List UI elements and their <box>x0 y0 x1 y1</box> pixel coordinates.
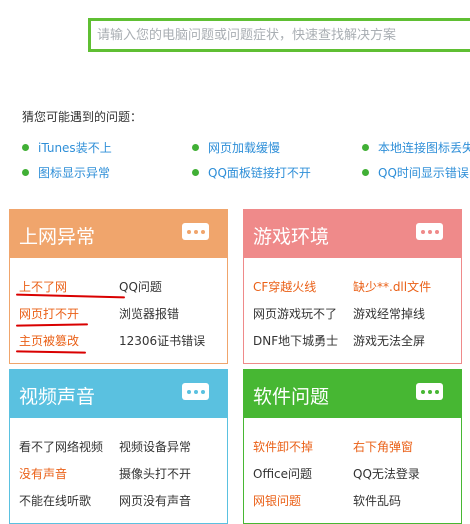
dot-icon <box>186 389 191 394</box>
link-game-disconnect[interactable]: 游戏经常掉线 <box>353 305 425 322</box>
card-title: 视频声音 <box>19 386 96 408</box>
more-button[interactable] <box>182 223 209 240</box>
bullet-icon <box>192 144 199 151</box>
card-video-audio: 视频声音 看不了网络视频 视频设备异常 没有声音 摄像头打不开 不能在线听歌 网… <box>9 369 228 524</box>
bullet-icon <box>22 144 29 151</box>
bullet-icon <box>362 144 369 151</box>
search-box[interactable] <box>88 18 470 52</box>
link-web-no-sound[interactable]: 网页没有声音 <box>119 492 191 509</box>
link-camera[interactable]: 摄像头打不开 <box>119 465 191 482</box>
link-page-not-open[interactable]: 网页打不开 <box>19 305 79 322</box>
guess-item-icon-display[interactable]: 图标显示异常 <box>22 164 110 181</box>
card-header: 软件问题 <box>244 370 461 418</box>
card-header: 游戏环境 <box>244 210 461 258</box>
card-title: 游戏环境 <box>253 226 330 248</box>
card-header: 视频声音 <box>10 370 227 418</box>
link-qq-problem[interactable]: QQ问题 <box>119 278 162 295</box>
link-homepage-hijacked[interactable]: 主页被篡改 <box>19 332 79 349</box>
link-online-music[interactable]: 不能在线听歌 <box>19 492 91 509</box>
card-games: 游戏环境 CF穿越火线 缺少**.dll文件 网页游戏玩不了 游戏经常掉线 DN… <box>243 209 462 364</box>
link-garbled[interactable]: 软件乱码 <box>353 492 401 509</box>
link-dnf[interactable]: DNF地下城勇士 <box>253 332 338 349</box>
more-button[interactable] <box>416 223 443 240</box>
link-missing-dll[interactable]: 缺少**.dll文件 <box>353 278 431 295</box>
card-title: 上网异常 <box>19 226 96 248</box>
link-uninstall[interactable]: 软件卸不掉 <box>253 438 313 455</box>
link-no-sound[interactable]: 没有声音 <box>19 465 67 482</box>
dot-icon <box>200 389 205 394</box>
dot-icon <box>420 389 425 394</box>
link-qq-login[interactable]: QQ无法登录 <box>353 465 420 482</box>
link-popup[interactable]: 右下角弹窗 <box>353 438 413 455</box>
link-office[interactable]: Office问题 <box>253 465 312 482</box>
bullet-icon <box>192 169 199 176</box>
link-video-device[interactable]: 视频设备异常 <box>119 438 191 455</box>
more-button[interactable] <box>182 383 209 400</box>
link-online-banking[interactable]: 网银问题 <box>253 492 301 509</box>
guess-item-qq-time[interactable]: QQ时间显示错误 <box>362 164 469 181</box>
link-web-games[interactable]: 网页游戏玩不了 <box>253 305 337 322</box>
guess-item-network-icon[interactable]: 本地连接图标丢失 <box>362 139 470 156</box>
link-browser-error[interactable]: 浏览器报错 <box>119 305 179 322</box>
link-online-video[interactable]: 看不了网络视频 <box>19 438 103 455</box>
card-internet: 上网异常 上不了网 QQ问题 网页打不开 浏览器报错 主页被篡改 12306证书… <box>9 209 228 364</box>
card-software: 软件问题 软件卸不掉 右下角弹窗 Office问题 QQ无法登录 网银问题 软件… <box>243 369 462 524</box>
guess-item-itunes[interactable]: iTunes装不上 <box>22 139 112 156</box>
guess-item-qq-panel[interactable]: QQ面板链接打不开 <box>192 164 311 181</box>
bullet-icon <box>22 169 29 176</box>
card-header: 上网异常 <box>10 210 227 258</box>
dot-icon <box>427 389 432 394</box>
card-title: 软件问题 <box>253 386 330 408</box>
more-button[interactable] <box>416 383 443 400</box>
search-input[interactable] <box>97 21 467 49</box>
guess-item-slow-page[interactable]: 网页加载缓慢 <box>192 139 280 156</box>
dot-icon <box>193 389 198 394</box>
dot-icon <box>434 389 439 394</box>
dot-icon <box>193 229 198 234</box>
dot-icon <box>420 229 425 234</box>
link-fullscreen[interactable]: 游戏无法全屏 <box>353 332 425 349</box>
guess-title: 猜您可能遇到的问题： <box>22 110 143 124</box>
dot-icon <box>200 229 205 234</box>
dot-icon <box>434 229 439 234</box>
dot-icon <box>186 229 191 234</box>
link-cf[interactable]: CF穿越火线 <box>253 278 316 295</box>
dot-icon <box>427 229 432 234</box>
link-no-internet[interactable]: 上不了网 <box>19 278 67 295</box>
link-12306-cert[interactable]: 12306证书错误 <box>119 332 205 349</box>
bullet-icon <box>362 169 369 176</box>
